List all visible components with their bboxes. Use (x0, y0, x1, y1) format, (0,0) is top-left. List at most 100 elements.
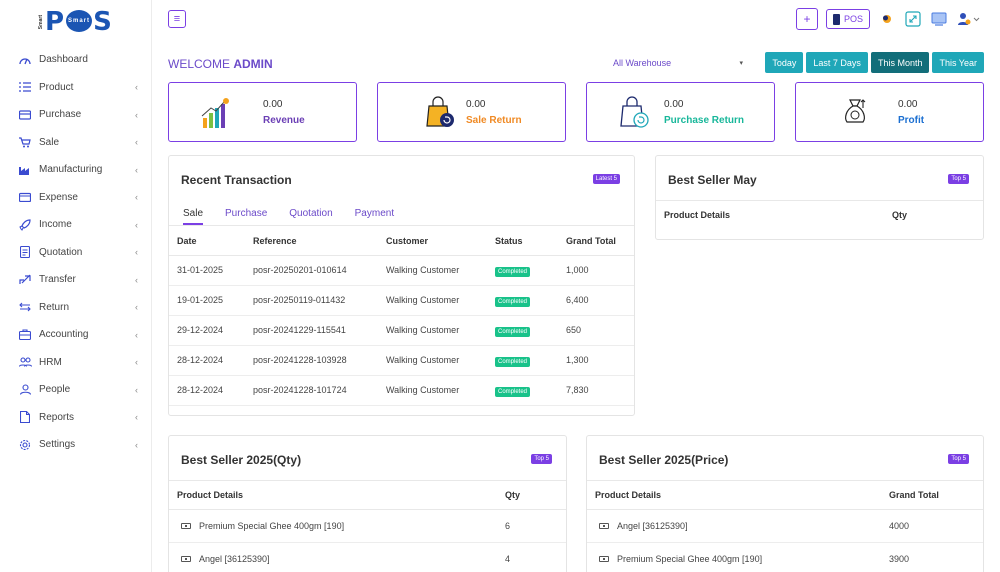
sidebar-item-hrm[interactable]: HRM ‹ (0, 349, 152, 377)
calculator-icon[interactable] (930, 10, 948, 28)
pos-terminal-icon (832, 13, 840, 25)
money-bag-icon (840, 96, 874, 130)
table-row[interactable]: 31-01-2025 posr-20250201-010614 Walking … (169, 255, 634, 286)
revenue-chart-icon (199, 96, 233, 130)
sidebar-item-income[interactable]: Income ‹ (0, 211, 152, 239)
purchase-return-bag-icon (617, 96, 651, 130)
pos-button[interactable]: POS (825, 9, 870, 29)
range-last-7-days-button[interactable]: Last 7 Days (806, 52, 868, 73)
sidebar-item-product[interactable]: Product ‹ (0, 74, 152, 102)
stat-card-profit[interactable]: 0.00 Profit (795, 82, 984, 142)
table-row[interactable]: Premium Special Ghee 400gm [190] 6 (169, 509, 566, 543)
sidebar-item-label: Return (39, 301, 70, 313)
stat-card-sale-return[interactable]: 0.00 Sale Return (377, 82, 566, 142)
caret-down-icon: ▾ (739, 59, 743, 67)
brand-name: P Smart S (45, 7, 113, 37)
sidebar-item-quotation[interactable]: Quotation ‹ (0, 239, 152, 267)
chevron-left-icon: ‹ (135, 82, 138, 93)
col-date: Date (169, 227, 253, 256)
table-row[interactable]: Angel [36125390] 4000 (587, 509, 983, 543)
status-badge: Completed (495, 267, 531, 277)
add-button[interactable]: + (795, 8, 818, 30)
document-icon (18, 245, 32, 259)
chevron-left-icon: ‹ (135, 109, 138, 120)
stat-label: Profit (898, 115, 925, 126)
sidebar-item-label: Purchase (39, 109, 82, 121)
topbar-actions: + POS (795, 8, 982, 30)
sidebar-item-expense[interactable]: Expense ‹ (0, 184, 152, 212)
sidebar-item-purchase[interactable]: Purchase ‹ (0, 101, 152, 129)
fullscreen-icon[interactable] (904, 10, 922, 28)
sidebar: Smart P Smart S Dashboard Product ‹ Purcha… (0, 0, 152, 572)
chevron-left-icon: ‹ (135, 329, 138, 340)
sidebar-item-dashboard[interactable]: Dashboard (0, 46, 152, 74)
warehouse-select[interactable]: All Warehouse ▾ (613, 52, 749, 73)
range-this-month-button[interactable]: This Month (870, 52, 930, 73)
stat-label: Purchase Return (664, 115, 745, 126)
sidebar-item-transfer[interactable]: Transfer ‹ (0, 266, 152, 294)
sidebar-item-label: Expense (39, 191, 78, 203)
range-this-year-button[interactable]: This Year (932, 52, 984, 73)
panel-title: Recent Transaction (181, 173, 292, 187)
sidebar-item-return[interactable]: Return ‹ (0, 294, 152, 322)
sidebar-item-label: Manufacturing (39, 164, 103, 176)
col-grand-total: Grand Total (889, 481, 983, 510)
range-today-button[interactable]: Today (765, 52, 804, 73)
col-status: Status (495, 227, 566, 256)
sidebar-item-settings[interactable]: Settings ‹ (0, 431, 152, 459)
table-row[interactable]: 28-12-2024 posr-20241228-103928 Walking … (169, 345, 634, 376)
table-row[interactable]: Angel [36125390] 4 (169, 542, 566, 572)
sidebar-item-manufacturing[interactable]: Manufacturing ‹ (0, 156, 152, 184)
col-reference: Reference (253, 227, 386, 256)
product-image-icon (599, 556, 609, 563)
sidebar-item-label: People (39, 384, 71, 396)
col-product-details: Product Details (587, 481, 889, 510)
sidebar-item-reports[interactable]: Reports ‹ (0, 404, 152, 432)
chevron-left-icon: ‹ (135, 247, 138, 258)
stat-value: 0.00 (664, 99, 684, 110)
table-row[interactable]: 29-12-2024 posr-20241229-115541 Walking … (169, 315, 634, 346)
stat-card-purchase-return[interactable]: 0.00 Purchase Return (586, 82, 775, 142)
status-badge: Completed (495, 387, 531, 397)
sidebar-item-accounting[interactable]: Accounting ‹ (0, 321, 152, 349)
panel-badge: Top 5 (948, 174, 969, 184)
sidebar-item-label: Quotation (39, 246, 83, 258)
menu-toggle-button[interactable]: ≡ (168, 10, 186, 28)
sidebar-item-label: Sale (39, 136, 60, 148)
tab-sale[interactable]: Sale (183, 200, 204, 225)
best-seller-may-table: Product Details Qty (656, 201, 983, 229)
theme-toggle-icon[interactable] (878, 10, 896, 28)
sidebar-item-label: Settings (39, 439, 76, 451)
table-header-row: Product Details Grand Total (587, 481, 983, 510)
sidebar-item-label: Reports (39, 411, 75, 423)
users-icon (18, 355, 32, 369)
transaction-tabs: Sale Purchase Quotation Payment (169, 200, 634, 226)
status-badge: Completed (495, 327, 531, 337)
chevron-left-icon: ‹ (135, 164, 138, 175)
cart-icon (18, 135, 32, 149)
table-row[interactable]: Premium Special Ghee 400gm [190] 3900 (587, 542, 983, 572)
briefcase-icon (18, 328, 32, 342)
sidebar-item-people[interactable]: People ‹ (0, 376, 152, 404)
tab-quotation[interactable]: Quotation (289, 200, 332, 225)
card-icon (18, 108, 32, 122)
wallet-icon (18, 190, 32, 204)
welcome-text: WELCOME ADMIN (168, 57, 273, 71)
tab-payment[interactable]: Payment (355, 200, 394, 225)
table-header-row: Product Details Qty (169, 481, 566, 510)
dashboard-icon (18, 53, 32, 67)
sidebar-item-label: Accounting (39, 329, 89, 341)
table-row[interactable]: 19-01-2025 posr-20250119-011432 Walking … (169, 285, 634, 316)
best-seller-qty-panel: Best Seller 2025(Qty) Top 5 Product Deta… (168, 435, 567, 572)
stat-label: Revenue (263, 115, 305, 126)
sidebar-item-sale[interactable]: Sale ‹ (0, 129, 152, 157)
panel-badge: Top 5 (531, 454, 552, 464)
tab-purchase[interactable]: Purchase (225, 200, 267, 225)
brand-logo[interactable]: Smart P Smart S (38, 7, 113, 37)
user-menu-icon[interactable] (956, 10, 982, 28)
col-qty: Qty (892, 210, 908, 220)
table-row[interactable]: 28-12-2024 posr-20241228-101724 Walking … (169, 375, 634, 406)
stat-card-revenue[interactable]: 0.00 Revenue (168, 82, 357, 142)
status-badge: Completed (495, 357, 531, 367)
brand-small-text: Smart (38, 14, 44, 30)
